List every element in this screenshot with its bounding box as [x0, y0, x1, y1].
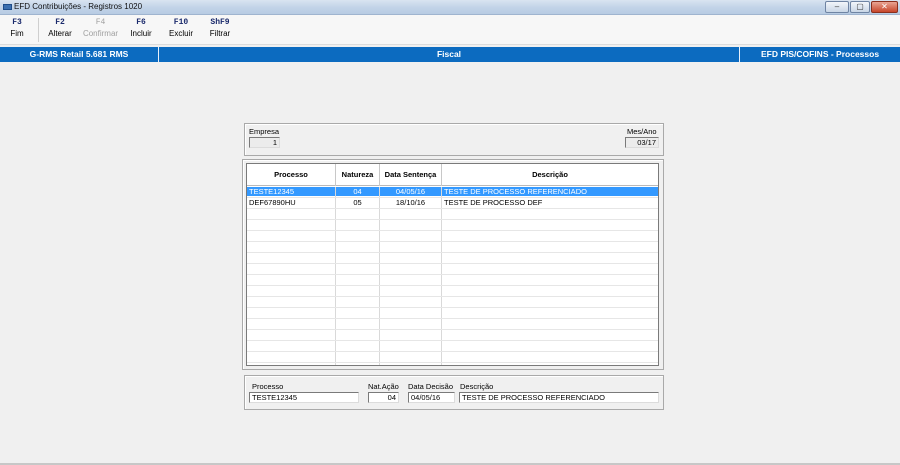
column-header-processo[interactable]: Processo: [247, 164, 335, 186]
cell-processo: TESTE12345: [249, 187, 295, 196]
empresa-field[interactable]: 1: [249, 137, 280, 148]
grid-row-line: [247, 219, 658, 220]
detail-panel: Processo TESTE12345 Nat.Ação 04 Data Dec…: [244, 375, 664, 410]
alterar-button[interactable]: F2 Alterar: [45, 17, 75, 43]
button-label: Excluir: [168, 29, 193, 38]
processo-field[interactable]: TESTE12345: [249, 392, 359, 403]
grid-row-line: [247, 285, 658, 286]
process-grid[interactable]: Processo Natureza Data Sentença Descriçã…: [246, 163, 659, 366]
restore-icon[interactable]: ▢: [850, 1, 870, 13]
grid-row-line: [247, 318, 658, 319]
grid-row-line: [247, 208, 658, 209]
mesano-field[interactable]: 03/17: [625, 137, 659, 148]
incluir-button[interactable]: F6 Incluir: [126, 17, 156, 43]
grid-row-line: [247, 351, 658, 352]
toolbar-separator: [38, 18, 39, 42]
table-row[interactable]: TESTE12345 04 04/05/16 TESTE DE PROCESSO…: [247, 187, 658, 196]
toolbar: F3 Fim F2 Alterar F4 Confirmar F6 Inclui…: [0, 15, 900, 45]
grid-row-line: [247, 362, 658, 363]
minimize-icon[interactable]: –: [825, 1, 849, 13]
shortcut-key: F4: [95, 18, 106, 27]
shortcut-key: F6: [136, 18, 146, 27]
grid-column-line: [335, 187, 336, 365]
grid-row-line: [247, 230, 658, 231]
grid-row-line: [247, 263, 658, 264]
close-icon[interactable]: ✕: [871, 1, 898, 13]
mesano-label: Mes/Ano: [627, 127, 657, 136]
natacao-label: Nat.Ação: [368, 382, 399, 391]
shortcut-key: F10: [173, 18, 189, 27]
grid-row-line: [247, 252, 658, 253]
fim-button[interactable]: F3 Fim: [3, 17, 31, 43]
column-header-data-sentenca[interactable]: Data Sentença: [380, 164, 441, 186]
grid-row-line: [247, 241, 658, 242]
table-row[interactable]: DEF67890HU 05 18/10/16 TESTE DE PROCESSO…: [247, 198, 658, 207]
column-header-natureza[interactable]: Natureza: [336, 164, 379, 186]
button-label: Filtrar: [209, 29, 231, 38]
button-label: Fim: [10, 29, 24, 38]
shortcut-key: F2: [55, 18, 65, 27]
grid-row-line: [247, 197, 658, 198]
excluir-button[interactable]: F10 Excluir: [165, 17, 197, 43]
shortcut-key: F3: [12, 18, 22, 27]
cell-processo: DEF67890HU: [249, 198, 296, 207]
title-bar[interactable]: EFD Contribuições - Registros 1020 – ▢ ✕: [0, 0, 900, 15]
button-label: Confirmar: [82, 29, 119, 38]
grid-row-line: [247, 296, 658, 297]
cell-natureza: 04: [353, 187, 362, 196]
processo-label: Processo: [252, 382, 284, 391]
window-title: EFD Contribuições - Registros 1020: [14, 2, 143, 11]
grid-column-line: [441, 187, 442, 365]
system-version: G-RMS Retail 5.681 RMS: [29, 49, 129, 59]
app-icon: [3, 4, 12, 10]
shortcut-key: ShF9: [210, 18, 230, 27]
module-name: Fiscal: [436, 49, 462, 59]
grid-row-line: [247, 329, 658, 330]
cell-data-sentenca: 04/05/16: [395, 187, 426, 196]
filtrar-button[interactable]: ShF9 Filtrar: [204, 17, 236, 43]
descricao-label: Descrição: [460, 382, 494, 391]
grid-row-line: [247, 274, 658, 275]
grid-body: TESTE12345 04 04/05/16 TESTE DE PROCESSO…: [247, 187, 658, 365]
header-panel: Empresa 1 Mes/Ano 03/17: [244, 123, 664, 156]
button-label: Incluir: [130, 29, 152, 38]
natacao-field[interactable]: 04: [368, 392, 399, 403]
cell-data-sentenca: 18/10/16: [395, 198, 426, 207]
grid-row-line: [247, 307, 658, 308]
datadecisao-field[interactable]: 04/05/16: [408, 392, 455, 403]
descricao-field[interactable]: TESTE DE PROCESSO REFERENCIADO: [459, 392, 659, 403]
grid-column-line: [379, 187, 380, 365]
screen-name: EFD PIS/COFINS - Processos: [760, 49, 880, 59]
button-label: Alterar: [48, 29, 72, 38]
cell-descricao: TESTE DE PROCESSO REFERENCIADO: [444, 187, 587, 196]
datadecisao-label: Data Decisão: [408, 382, 454, 391]
empresa-label: Empresa: [249, 127, 280, 136]
grid-row-line: [247, 340, 658, 341]
cell-descricao: TESTE DE PROCESSO DEF: [444, 198, 543, 207]
cell-natureza: 05: [353, 198, 362, 207]
column-header-descricao[interactable]: Descrição: [442, 164, 658, 186]
confirmar-button[interactable]: F4 Confirmar: [78, 17, 123, 43]
status-band: G-RMS Retail 5.681 RMS Fiscal EFD PIS/CO…: [0, 47, 900, 62]
grid-header: Processo Natureza Data Sentença Descriçã…: [247, 164, 658, 186]
